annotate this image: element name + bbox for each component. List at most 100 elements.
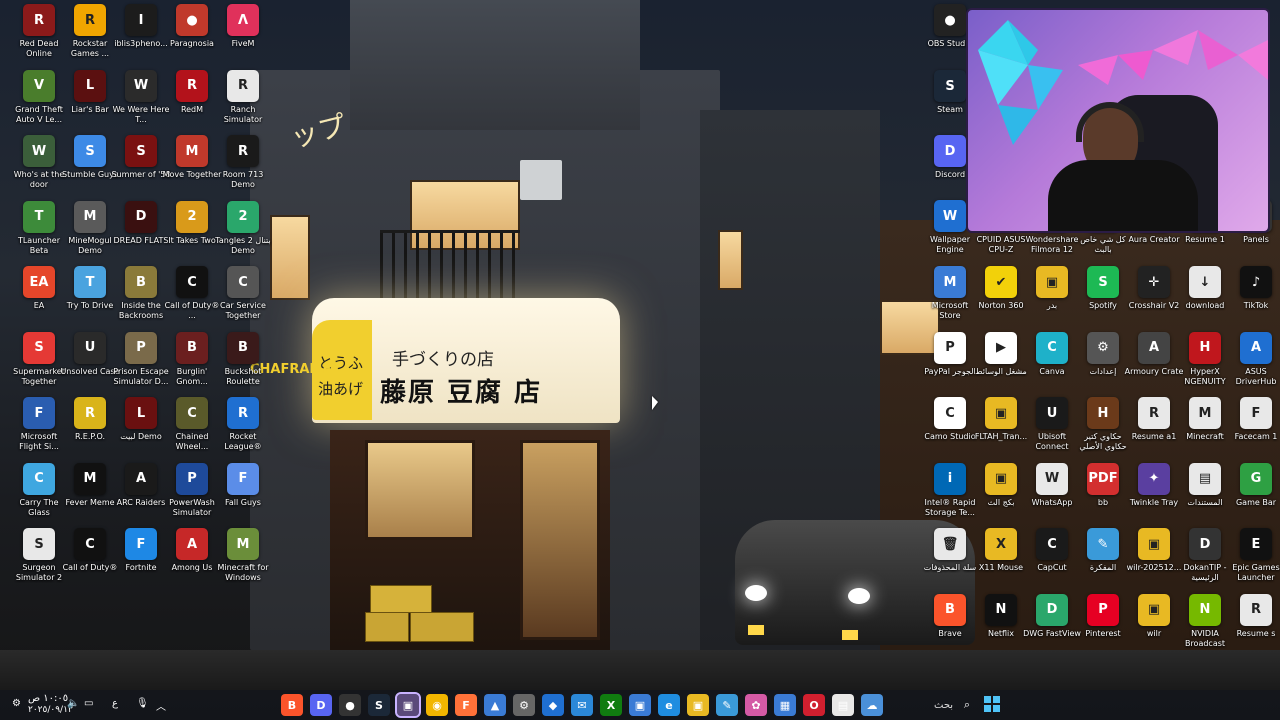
desktop-icon-nvidia-broadcast[interactable]: N NVIDIA Broadcast	[1179, 593, 1231, 660]
desktop-icon-among-us[interactable]: A Among Us	[166, 528, 218, 594]
desktop-icon-ea[interactable]: EA EA	[13, 266, 65, 332]
taskbar-xbox-icon[interactable]: X	[600, 694, 622, 716]
taskbar-paint-icon[interactable]: ✿	[745, 694, 767, 716]
desktop-icon-prison-escape-simulator-d[interactable]: P Prison Escape Simulator D...	[113, 331, 169, 398]
desktop-icon-call-of-duty[interactable]: C Call of Duty® ...	[165, 266, 219, 332]
tray-chevron-up-icon[interactable]: ︿	[156, 698, 166, 713]
taskbar-chrome-icon[interactable]: ◉	[426, 694, 448, 716]
desktop-icon-try-to-drive[interactable]: T Try To Drive	[64, 266, 116, 332]
taskbar-obs-icon[interactable]: ●	[339, 694, 361, 716]
desktop-icon-minecraft[interactable]: M Minecraft	[1179, 397, 1231, 463]
desktop-icon-hyperx-ngenuity[interactable]: H HyperX NGENUITY	[1179, 331, 1231, 398]
desktop-icon-surgeon-simulator-2[interactable]: S Surgeon Simulator 2	[13, 528, 65, 594]
desktop-icon-rocket-league[interactable]: R Rocket League®	[217, 397, 269, 463]
desktop-icon-demo[interactable]: L لبيت Demo	[115, 397, 167, 463]
taskbar-store-icon[interactable]: ▣	[629, 694, 651, 716]
desktop-icon-rockstar-games[interactable]: R Rockstar Games ...	[64, 4, 116, 70]
desktop-icon-fltah-tran[interactable]: ▣ FLTAH_Tran...	[975, 397, 1027, 463]
desktop-icon-chained-wheel[interactable]: C Chained Wheel...	[166, 397, 218, 463]
desktop-icon-minemogul-demo[interactable]: M MineMogul Demo	[64, 200, 116, 267]
desktop-icon-call-of-duty[interactable]: C Call of Duty®	[63, 528, 117, 594]
desktop-icon-we-were-here-t[interactable]: W We Were Here T...	[113, 69, 169, 136]
desktop-icon-tlauncher-beta[interactable]: T TLauncher Beta	[13, 200, 65, 267]
desktop-icon-netflix[interactable]: N Netflix	[975, 593, 1027, 660]
desktop-icon-item[interactable]: ▣ بكج الث	[975, 462, 1027, 529]
desktop-icon-capcut[interactable]: C CapCut	[1026, 528, 1078, 594]
taskbar-files-icon[interactable]: ▤	[832, 694, 854, 716]
taskbar-brave-icon[interactable]: B	[281, 694, 303, 716]
desktop-icon-who-s-at-the-door[interactable]: W Who's at the door	[13, 135, 65, 201]
taskbar-firefox-icon[interactable]: F	[455, 694, 477, 716]
desktop-icon-spotify[interactable]: S Spotify	[1077, 266, 1129, 332]
desktop-icon-wilr-202512[interactable]: ▣ wilr-202512...	[1127, 528, 1181, 594]
desktop-icon-wilr[interactable]: ▣ wilr	[1128, 593, 1180, 660]
desktop-icon-epic-games-launcher[interactable]: E Epic Games Launcher	[1230, 528, 1280, 594]
desktop-icon-dwg-fastview[interactable]: D DWG FastView	[1023, 593, 1081, 660]
desktop-icon-resume-s[interactable]: R Resume s	[1230, 593, 1280, 660]
desktop-icon-dokantip[interactable]: D DokanTIP - الرئيسية	[1179, 528, 1231, 594]
desktop-icon-iblis3pheno[interactable]: Iiblis3pheno...	[114, 4, 168, 70]
desktop-icon-item[interactable]: ▣ بدر	[1026, 266, 1078, 332]
desktop-icon-camo-studio[interactable]: C Camo Studio	[924, 397, 976, 463]
desktop-icon-canva[interactable]: C Canva	[1026, 331, 1078, 398]
desktop-icon-item[interactable]: ✎ المفكرة	[1077, 528, 1129, 594]
start-button[interactable]	[984, 696, 1000, 712]
network-icon[interactable]: ▭	[84, 698, 93, 709]
desktop-icon-intel-rapid-storage-te[interactable]: i Intel® Rapid Storage Te...	[924, 462, 976, 529]
desktop-icon-ranch-simulator[interactable]: R Ranch Simulator	[217, 69, 269, 136]
taskbar-settings-icon[interactable]: ⚙	[513, 694, 535, 716]
desktop-icon-fall-guys[interactable]: F Fall Guys	[217, 462, 269, 529]
language-indicator[interactable]: ع	[112, 698, 118, 709]
desktop-icon-inside-the-backrooms[interactable]: B Inside the Backrooms	[115, 266, 167, 332]
taskbar-terminal-icon[interactable]: ▣	[395, 692, 421, 718]
desktop-icon-paypal[interactable]: P PayPal الجوجر	[924, 331, 976, 398]
taskbar-photos-icon[interactable]: ▲	[484, 694, 506, 716]
desktop-icon-armoury-crate[interactable]: A Armoury Crate	[1125, 331, 1183, 398]
desktop-icon-carry-the-glass[interactable]: C Carry The Glass	[13, 462, 65, 529]
desktop-icon-microsoft-store[interactable]: M Microsoft Store	[924, 266, 976, 332]
desktop-icon-liar-s-bar[interactable]: L Liar's Bar	[64, 69, 116, 136]
desktop-icon-ubisoft-connect[interactable]: U Ubisoft Connect	[1026, 397, 1078, 463]
desktop-icon-brave[interactable]: B Brave	[924, 593, 976, 660]
desktop-icon-move-together[interactable]: M Move Together	[163, 135, 221, 201]
taskbar-vscode-icon[interactable]: ◆	[542, 694, 564, 716]
taskbar-widgets-icon[interactable]: ☁	[861, 694, 883, 716]
desktop-icon-r-e-p-o[interactable]: R R.E.P.O.	[64, 397, 116, 463]
taskbar-explorer-icon[interactable]: ▣	[687, 694, 709, 716]
desktop-icon-x11-mouse[interactable]: X X11 Mouse	[975, 528, 1027, 594]
desktop-icon-summer-of-58[interactable]: S Summer of '58	[111, 135, 171, 201]
desktop-icon-item[interactable]: ▶ مشغل الوسائط	[975, 331, 1027, 398]
desktop-icon-item[interactable]: H حكاوي كتير حكاوي الأصلي	[1077, 397, 1129, 463]
desktop-icon-download[interactable]: ↓ download	[1179, 266, 1231, 332]
desktop-icon-powerwash-simulator[interactable]: P PowerWash Simulator	[166, 462, 218, 529]
desktop-icon-room-713-demo[interactable]: R Room 713 Demo	[217, 135, 269, 201]
desktop-icon-pinterest[interactable]: P Pinterest	[1077, 593, 1129, 660]
desktop-icon-tiktok[interactable]: ♪ TikTok	[1230, 266, 1280, 332]
desktop-icon-game-bar[interactable]: G Game Bar	[1230, 462, 1280, 529]
desktop-icon-unsolved-case[interactable]: U Unsolved Case	[60, 331, 120, 398]
desktop-icon-grand-theft-auto-v-le[interactable]: V Grand Theft Auto V Le...	[13, 69, 65, 136]
desktop-icon-car-service-together[interactable]: C Car Service Together	[217, 266, 269, 332]
desktop-icon-minecraft-for-windows[interactable]: M Minecraft for Windows	[217, 528, 269, 594]
desktop-icon-paragnosia[interactable]: ● Paragnosia	[166, 4, 218, 70]
desktop-icon-arc-raiders[interactable]: A ARC Raiders	[115, 462, 167, 529]
taskbar-steam-icon[interactable]: S	[368, 694, 390, 716]
desktop-icon-buckshot-roulette[interactable]: B Buckshot Roulette	[217, 331, 269, 398]
desktop-icon-dread-flats[interactable]: D DREAD FLATS	[113, 200, 169, 267]
taskbar-calendar-icon[interactable]: ▦	[774, 694, 796, 716]
desktop-icon-crosshair-v2[interactable]: ✛ Crosshair V2	[1128, 266, 1180, 332]
desktop-icon-fortnite[interactable]: F Fortnite	[115, 528, 167, 594]
desktop-icon-resume-a1[interactable]: R Resume a1	[1128, 397, 1180, 463]
desktop-icon-facecam-1[interactable]: F Facecam 1	[1230, 397, 1280, 463]
taskbar-search[interactable]: بحث ⌕	[870, 696, 974, 714]
desktop-icon-whatsapp[interactable]: W WhatsApp	[1026, 462, 1078, 529]
taskbar-opera-icon[interactable]: O	[803, 694, 825, 716]
desktop-icon-item[interactable]: 🗑 سلة المحذوفات	[924, 528, 976, 594]
desktop-icon-red-dead-online[interactable]: R Red Dead Online	[13, 4, 65, 70]
desktop-icon-item[interactable]: ▤ المستندات	[1179, 462, 1231, 529]
desktop-icon-asus-driverhub[interactable]: A ASUS DriverHub	[1230, 331, 1280, 398]
taskbar-notepad-icon[interactable]: ✎	[716, 694, 738, 716]
volume-icon[interactable]: 🔈	[67, 698, 79, 709]
desktop-icon-microsoft-flight-si[interactable]: F Microsoft Flight Si...	[13, 397, 65, 463]
desktop-icon-it-takes-two[interactable]: 2 It Takes Two	[166, 200, 218, 267]
